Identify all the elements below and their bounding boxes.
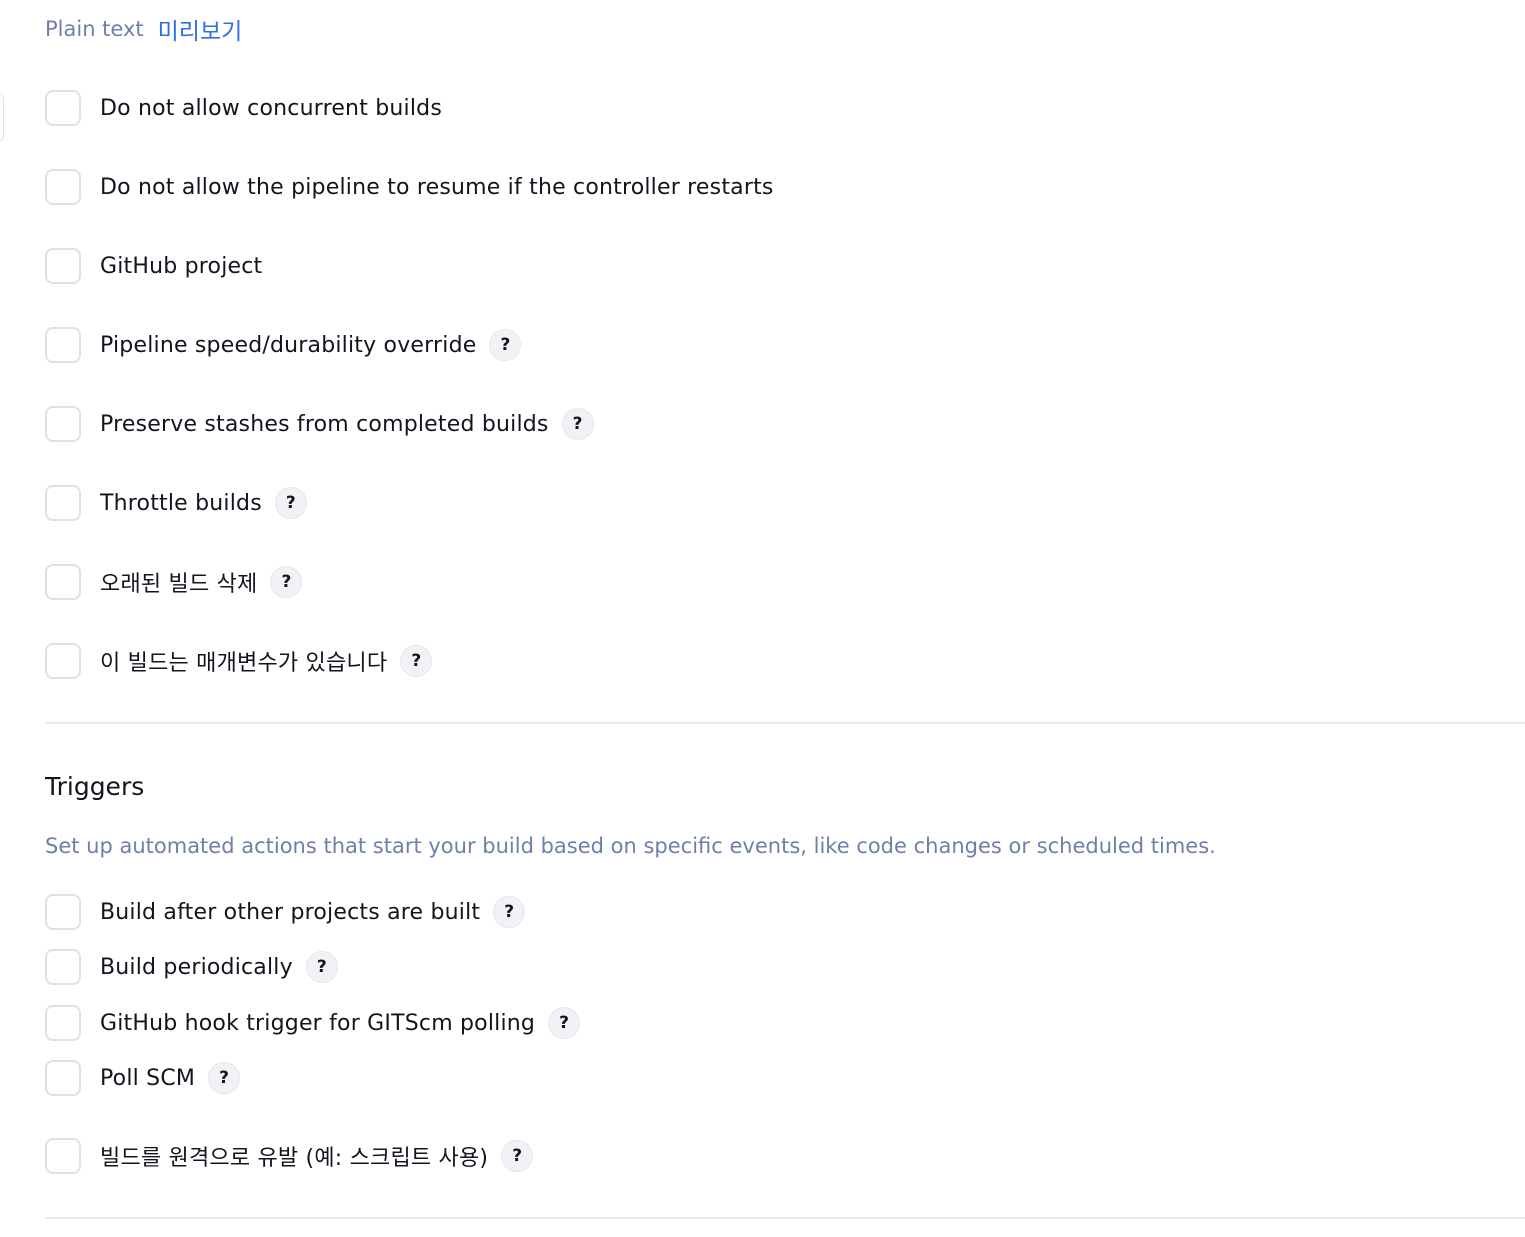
- checkbox-after-other-projects[interactable]: [45, 894, 81, 930]
- checkbox-throttle-builds[interactable]: [45, 485, 81, 521]
- checkbox-remote-trigger[interactable]: [45, 1138, 81, 1174]
- option-label[interactable]: Do not allow the pipeline to resume if t…: [100, 175, 774, 200]
- option-label[interactable]: Throttle builds: [100, 491, 262, 516]
- checkbox-github-project[interactable]: [45, 248, 81, 284]
- option-label[interactable]: 오래된 빌드 삭제: [100, 566, 257, 598]
- option-label[interactable]: Preserve stashes from completed builds: [100, 412, 549, 437]
- option-label[interactable]: 이 빌드는 매개변수가 있습니다: [100, 645, 387, 677]
- option-label[interactable]: Build periodically: [100, 955, 293, 980]
- option-label[interactable]: GitHub hook trigger for GITScm polling: [100, 1011, 535, 1036]
- option-row-throttle-builds[interactable]: Throttle builds ?: [45, 484, 307, 522]
- checkbox-github-hook[interactable]: [45, 1005, 81, 1041]
- option-row-parameterized[interactable]: 이 빌드는 매개변수가 있습니다 ?: [45, 642, 433, 680]
- section-divider: [45, 722, 1525, 724]
- question-mark-icon[interactable]: ?: [270, 566, 303, 598]
- trigger-row-after-other-projects[interactable]: Build after other projects are built ?: [45, 893, 526, 931]
- option-row-github-project[interactable]: GitHub project: [45, 247, 262, 285]
- checkbox-build-periodically[interactable]: [45, 949, 81, 985]
- question-mark-icon[interactable]: ?: [548, 1007, 581, 1039]
- trigger-row-remote-trigger[interactable]: 빌드를 원격으로 유발 (예: 스크립트 사용) ?: [45, 1137, 534, 1175]
- preview-link[interactable]: 미리보기: [158, 12, 243, 46]
- panel-edge-handle: [0, 92, 4, 142]
- option-row-concurrent-builds[interactable]: Do not allow concurrent builds: [45, 89, 442, 127]
- question-mark-icon[interactable]: ?: [274, 487, 307, 519]
- question-mark-icon[interactable]: ?: [489, 329, 522, 361]
- checkbox-preserve-stashes[interactable]: [45, 406, 81, 442]
- description-format-row: Plain text 미리보기: [45, 12, 242, 46]
- plain-text-label: Plain text: [45, 17, 144, 41]
- section-description-triggers: Set up automated actions that start your…: [45, 834, 1216, 858]
- question-mark-icon[interactable]: ?: [305, 951, 338, 983]
- option-row-preserve-stashes[interactable]: Preserve stashes from completed builds ?: [45, 405, 594, 443]
- option-label[interactable]: Pipeline speed/durability override: [100, 333, 476, 358]
- checkbox-poll-scm[interactable]: [45, 1060, 81, 1096]
- checkbox-resume-pipeline[interactable]: [45, 169, 81, 205]
- question-mark-icon[interactable]: ?: [501, 1140, 534, 1172]
- section-title-triggers: Triggers: [45, 772, 145, 801]
- option-label[interactable]: 빌드를 원격으로 유발 (예: 스크립트 사용): [100, 1140, 488, 1172]
- option-label[interactable]: Poll SCM: [100, 1066, 195, 1091]
- question-mark-icon[interactable]: ?: [561, 408, 594, 440]
- option-row-durability-override[interactable]: Pipeline speed/durability override ?: [45, 326, 522, 364]
- trigger-row-github-hook[interactable]: GitHub hook trigger for GITScm polling ?: [45, 1004, 581, 1042]
- question-mark-icon[interactable]: ?: [493, 896, 526, 928]
- trigger-row-poll-scm[interactable]: Poll SCM ?: [45, 1059, 241, 1097]
- option-label[interactable]: Do not allow concurrent builds: [100, 96, 442, 121]
- option-row-discard-old-builds[interactable]: 오래된 빌드 삭제 ?: [45, 563, 303, 601]
- option-label[interactable]: Build after other projects are built: [100, 900, 480, 925]
- checkbox-durability-override[interactable]: [45, 327, 81, 363]
- job-configuration-page: Plain text 미리보기 Do not allow concurrent …: [0, 0, 1525, 1237]
- section-divider: [45, 1217, 1525, 1219]
- checkbox-concurrent-builds[interactable]: [45, 90, 81, 126]
- option-row-resume-pipeline[interactable]: Do not allow the pipeline to resume if t…: [45, 168, 774, 206]
- checkbox-discard-old-builds[interactable]: [45, 564, 81, 600]
- question-mark-icon[interactable]: ?: [208, 1062, 241, 1094]
- checkbox-parameterized[interactable]: [45, 643, 81, 679]
- option-label[interactable]: GitHub project: [100, 254, 262, 279]
- trigger-row-build-periodically[interactable]: Build periodically ?: [45, 948, 338, 986]
- question-mark-icon[interactable]: ?: [400, 645, 433, 677]
